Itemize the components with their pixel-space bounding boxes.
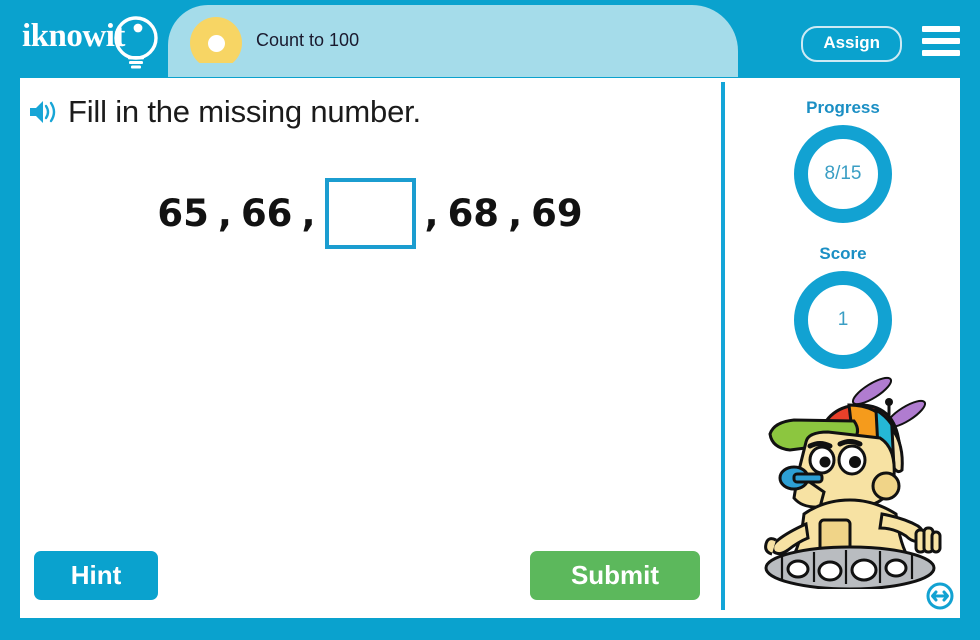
menu-bar-2 [922,38,960,44]
sequence-number: 66 [240,192,293,235]
hamburger-menu-icon[interactable] [922,26,960,56]
menu-bar-3 [922,50,960,56]
score-label: Score [819,244,867,263]
progress-block: Progress 8/15 [726,98,960,223]
sequence-number: 68 [447,192,500,235]
lesson-tab[interactable]: Count to 100 [168,5,738,77]
lesson-status-dot [190,17,242,69]
question-row: Fill in the missing number. [28,94,421,130]
app-root: iknowit Count to 100 Assign Fill in the … [0,0,980,640]
lightbulb-icon [114,16,158,69]
status-rail: Progress 8/15 Score 1 [726,78,960,618]
question-prompt: Fill in the missing number. [68,94,421,129]
sequence-comma: , [508,192,523,235]
progress-label: Progress [806,98,880,117]
assign-button[interactable]: Assign [801,26,902,62]
robot-mascot-propeller-hat [764,376,942,589]
menu-bar-1 [922,26,960,32]
submit-button[interactable]: Submit [530,551,700,600]
score-value: 1 [837,309,849,330]
panel-divider [721,82,725,610]
missing-number-input[interactable] [324,178,416,249]
app-header: iknowit Count to 100 Assign [0,0,980,78]
sequence-comma: , [301,192,316,235]
iknowit-logo[interactable]: iknowit [22,13,167,69]
score-block: Score 1 [726,244,960,369]
progress-value: 8/15 [824,163,862,184]
hint-button[interactable]: Hint [34,551,158,600]
sequence-comma: , [217,192,232,235]
progress-ring: 8/15 [794,125,892,223]
sequence-comma: , [424,192,439,235]
number-sequence: 65 , 66 , , 68 , 69 [20,178,720,249]
speaker-icon[interactable] [28,98,60,126]
question-card: Fill in the missing number. 65 , 66 , , … [20,78,960,618]
resize-horizontal-icon[interactable] [926,582,954,610]
lesson-status-dot-center [207,34,225,52]
sequence-number: 65 [157,192,209,235]
lesson-title: Count to 100 [256,30,360,50]
sequence-number: 69 [531,192,583,235]
score-ring: 1 [794,271,892,369]
